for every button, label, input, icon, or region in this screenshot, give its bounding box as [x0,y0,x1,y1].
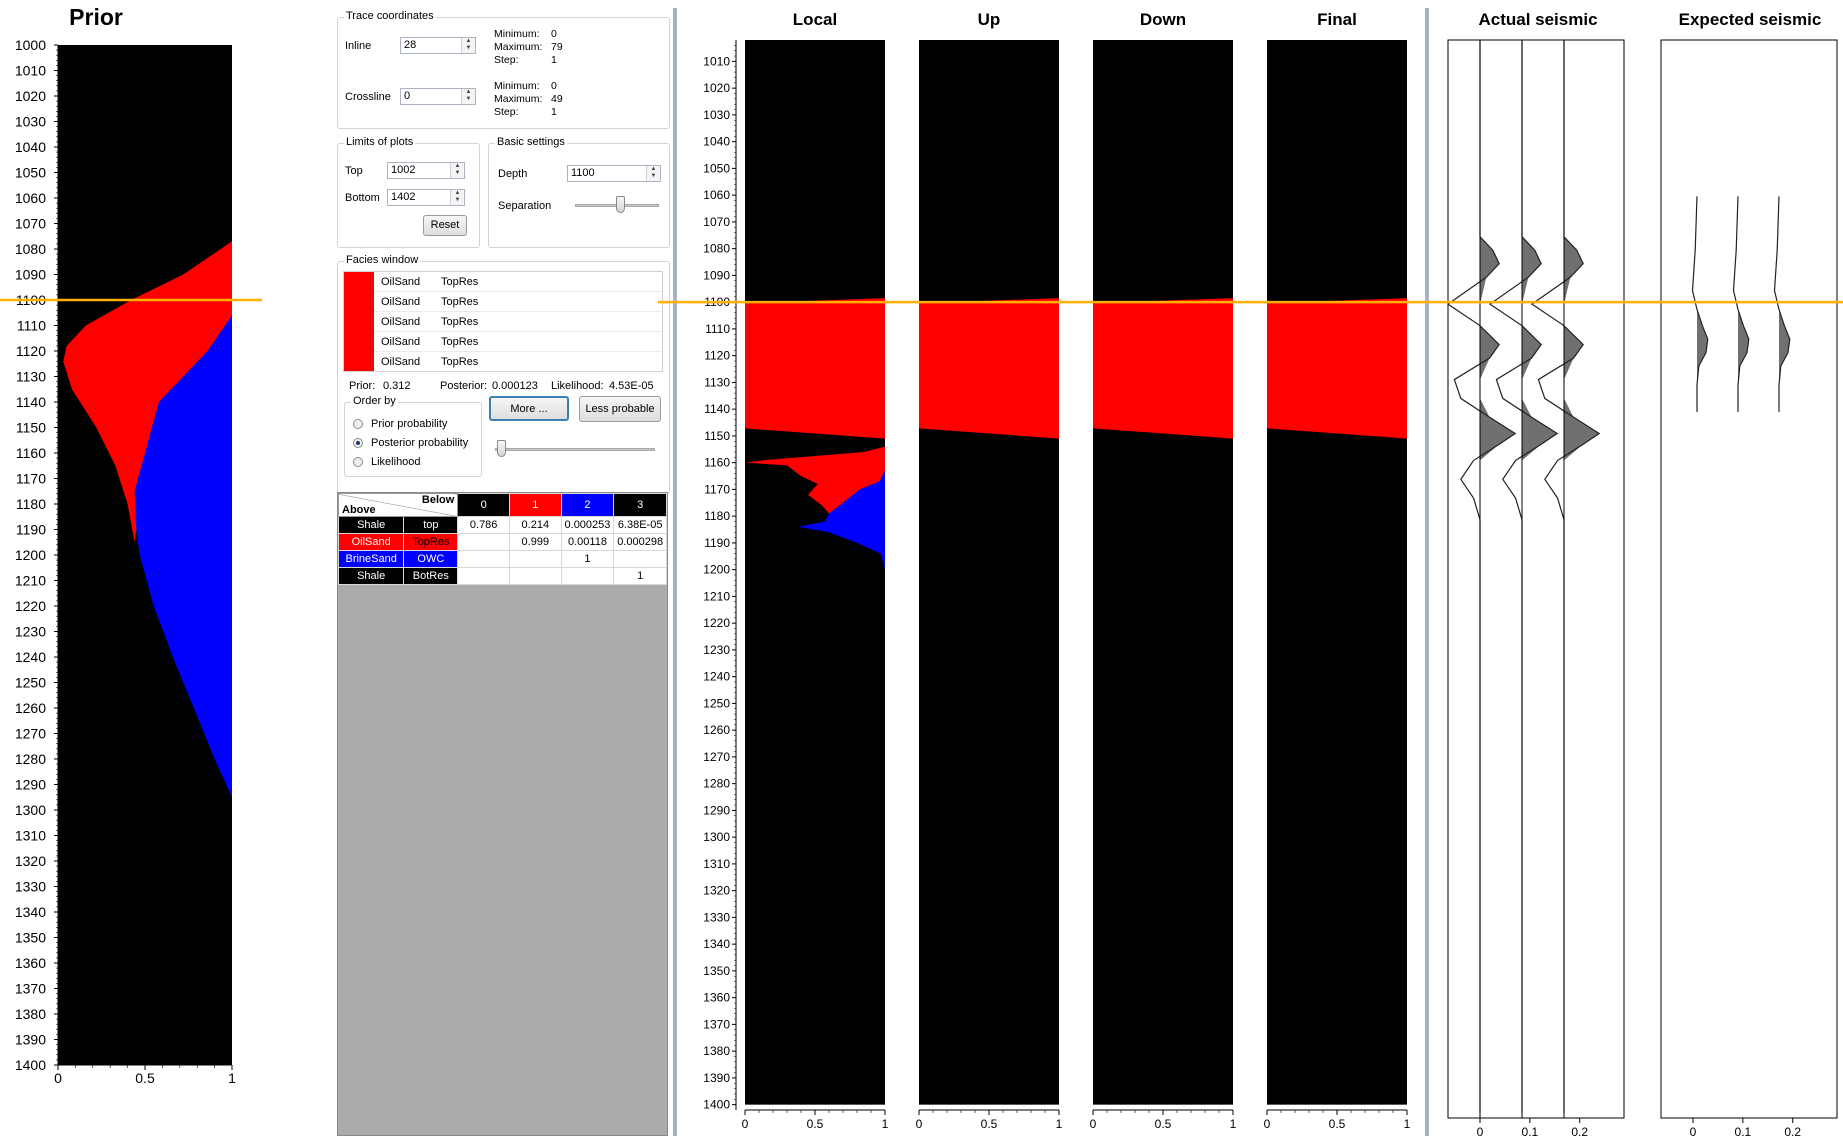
actual-seismic-x-tick-label: 0.2 [1571,1125,1588,1136]
actual-seismic-x-tick-label: 0 [1477,1125,1484,1136]
expected-seismic-x-tick-label: 0 [1690,1125,1697,1136]
expected-seismic-x-tick-label: 0.1 [1735,1125,1752,1136]
actual-seismic-x-tick-label: 0.1 [1522,1125,1539,1136]
expected-seismic-x-tick-label: 0.2 [1784,1125,1801,1136]
seismic-chart: 0 0.1 0.2 0 0.1 0.2 [1446,39,1838,1136]
actual-seismic-frame [1447,39,1625,1119]
expected-seismic-frame [1660,39,1838,1119]
